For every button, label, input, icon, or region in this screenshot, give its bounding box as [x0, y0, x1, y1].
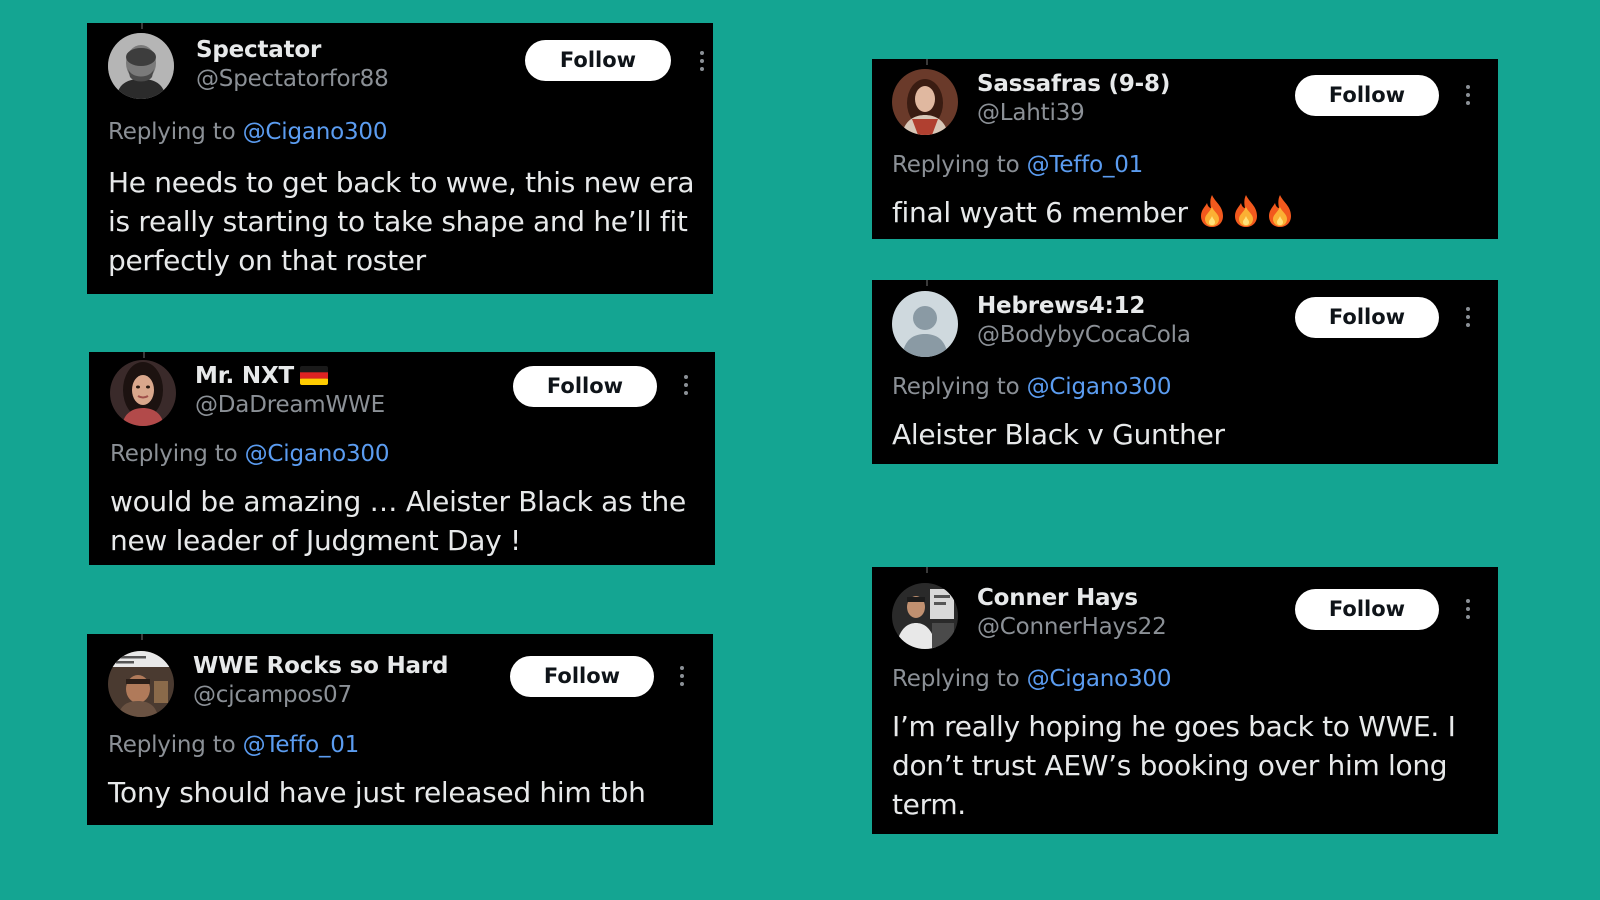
follow-button[interactable]: Follow — [513, 366, 657, 407]
display-name[interactable]: Spectator — [196, 37, 321, 63]
follow-button[interactable]: Follow — [1295, 75, 1439, 116]
thread-line — [143, 352, 145, 358]
replying-to-label: Replying to — [892, 666, 1020, 692]
user-handle[interactable]: @Spectatorfor88 — [196, 66, 389, 92]
avatar[interactable] — [892, 69, 958, 135]
user-handle[interactable]: @DaDreamWWE — [195, 392, 385, 418]
tweet-text: I’m really hoping he goes back to WWE. I… — [892, 710, 1456, 821]
replying-to-line: Replying to @Cigano300 — [892, 374, 1171, 400]
avatar[interactable] — [108, 651, 174, 717]
more-options-icon[interactable] — [1463, 84, 1473, 106]
tweet-text: would be amazing … Aleister Black as the… — [110, 485, 686, 557]
tweet-card[interactable]: Hebrews4:12 @BodybyCocaCola Follow Reply… — [872, 280, 1498, 464]
replying-to-label: Replying to — [892, 152, 1020, 178]
replying-to-label: Replying to — [108, 732, 236, 758]
thread-line — [926, 280, 928, 286]
follow-button[interactable]: Follow — [525, 40, 671, 81]
tweet-card[interactable]: Mr. NXT @DaDreamWWE Follow Replying to @… — [89, 352, 715, 565]
mention-link[interactable]: @Teffo_01 — [243, 732, 360, 758]
thread-line — [141, 23, 143, 29]
germany-flag-icon — [299, 366, 328, 385]
tweet-card[interactable]: WWE Rocks so Hard @cjcampos07 Follow Rep… — [87, 634, 713, 825]
user-handle[interactable]: @BodybyCocaCola — [977, 322, 1191, 348]
display-name[interactable]: Sassafras (9-8) — [977, 71, 1170, 97]
more-options-icon[interactable] — [1463, 598, 1473, 620]
replying-to-line: Replying to @Teffo_01 — [892, 152, 1143, 178]
avatar[interactable] — [110, 360, 176, 426]
more-options-icon[interactable] — [681, 374, 691, 396]
thread-line — [926, 567, 928, 573]
thread-line — [141, 634, 143, 640]
follow-button[interactable]: Follow — [1295, 297, 1439, 338]
follow-button[interactable]: Follow — [1295, 589, 1439, 630]
more-options-icon[interactable] — [697, 50, 707, 72]
tweet-card[interactable]: Sassafras (9-8) @Lahti39 Follow Replying… — [872, 59, 1498, 239]
user-handle[interactable]: @cjcampos07 — [193, 682, 352, 708]
mention-link[interactable]: @Teffo_01 — [1027, 152, 1144, 178]
fire-emoji-icon — [1266, 194, 1294, 228]
display-name-text: Mr. NXT — [195, 363, 294, 389]
replying-to-label: Replying to — [110, 441, 238, 467]
tweet-card[interactable]: Spectator @Spectatorfor88 Follow Replyin… — [87, 23, 713, 294]
tweet-text: final wyatt 6 member — [892, 196, 1188, 229]
mention-link[interactable]: @Cigano300 — [1027, 374, 1172, 400]
replying-to-line: Replying to @Cigano300 — [110, 441, 389, 467]
user-handle[interactable]: @Lahti39 — [977, 100, 1085, 126]
avatar[interactable] — [108, 33, 174, 99]
tweet-text: Tony should have just released him tbh — [108, 776, 646, 809]
more-options-icon[interactable] — [677, 665, 687, 687]
mention-link[interactable]: @Cigano300 — [1027, 666, 1172, 692]
tweet-text-line: final wyatt 6 member — [892, 193, 1488, 232]
default-avatar-icon[interactable] — [892, 291, 958, 357]
display-name[interactable]: Mr. NXT — [195, 363, 328, 389]
replying-to-label: Replying to — [108, 119, 236, 145]
tweet-text: Aleister Black v Gunther — [892, 418, 1225, 451]
display-name[interactable]: Hebrews4:12 — [977, 293, 1145, 319]
user-handle[interactable]: @ConnerHays22 — [977, 614, 1167, 640]
more-options-icon[interactable] — [1463, 306, 1473, 328]
replying-to-line: Replying to @Cigano300 — [108, 119, 387, 145]
replying-to-line: Replying to @Cigano300 — [892, 666, 1171, 692]
fire-emoji-icon — [1198, 194, 1226, 228]
fire-emoji-icon — [1232, 194, 1260, 228]
follow-button[interactable]: Follow — [510, 656, 654, 697]
replying-to-label: Replying to — [892, 374, 1020, 400]
display-name[interactable]: Conner Hays — [977, 585, 1138, 611]
tweet-card[interactable]: Conner Hays @ConnerHays22 Follow Replyin… — [872, 567, 1498, 834]
avatar[interactable] — [892, 583, 958, 649]
thread-line — [926, 59, 928, 65]
tweet-text: He needs to get back to wwe, this new er… — [108, 166, 695, 277]
mention-link[interactable]: @Cigano300 — [245, 441, 390, 467]
replying-to-line: Replying to @Teffo_01 — [108, 732, 359, 758]
mention-link[interactable]: @Cigano300 — [243, 119, 388, 145]
display-name[interactable]: WWE Rocks so Hard — [193, 653, 448, 679]
